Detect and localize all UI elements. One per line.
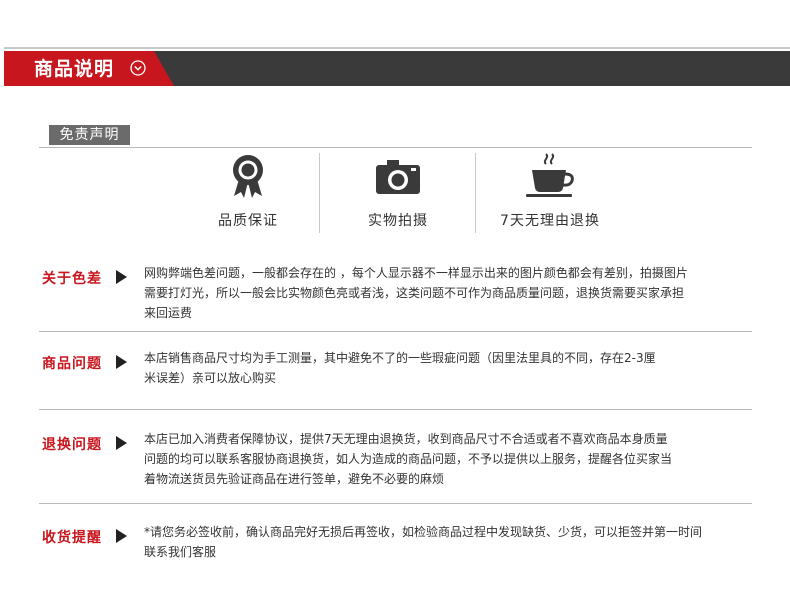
- feature-label: 品质保证: [218, 213, 278, 229]
- section-text-returns: 本店已加入消费者保障协议，提供7天无理由退换货，收到商品尺寸不合适或者不喜欢商品…: [144, 432, 673, 486]
- feature-label: 7天无理由退换: [500, 213, 600, 229]
- section-divider: [39, 409, 752, 410]
- section-title-returns: 退换问题: [42, 437, 102, 453]
- disclaimer-divider: [39, 147, 752, 148]
- section-text-product-issues: 本店销售商品尺寸均为手工测量，其中避免不了的一些瑕疵问题（因里法里具的不同，存在…: [144, 351, 656, 385]
- feature-real-photo: 实物拍摄: [338, 152, 458, 232]
- feature-quality: 品质保证: [188, 152, 308, 232]
- page-title: 商品说明: [34, 58, 115, 80]
- section-divider: [39, 503, 752, 504]
- section-title-product-issues: 商品问题: [42, 356, 102, 372]
- coffee-cup-icon: [526, 153, 574, 197]
- header-top-rule: [4, 47, 790, 49]
- feature-return: 7天无理由退换: [490, 152, 610, 232]
- section-divider: [39, 331, 752, 332]
- medal-icon: [233, 155, 263, 198]
- section-title-delivery-reminder: 收货提醒: [42, 530, 102, 546]
- chevron-down-circle-icon: [130, 60, 146, 76]
- feature-divider: [475, 153, 476, 233]
- section-text-delivery-reminder: *请您务必签收前，确认商品完好无损后再签收，如检验商品过程中发现缺货、少货，可以…: [144, 525, 703, 559]
- camera-icon: [376, 160, 420, 194]
- arrow-right-icon: [116, 270, 127, 284]
- section-title-color-difference: 关于色差: [42, 271, 102, 287]
- arrow-right-icon: [116, 529, 127, 543]
- arrow-right-icon: [116, 436, 127, 450]
- feature-divider: [319, 153, 320, 233]
- arrow-right-icon: [116, 355, 127, 369]
- section-text-color-difference: 网购弊端色差问题，一般都会存在的 ，每个人显示器不一样显示出来的图片颜色都会有差…: [144, 266, 688, 320]
- disclaimer-label: 免责声明: [49, 125, 130, 145]
- feature-label: 实物拍摄: [368, 213, 428, 229]
